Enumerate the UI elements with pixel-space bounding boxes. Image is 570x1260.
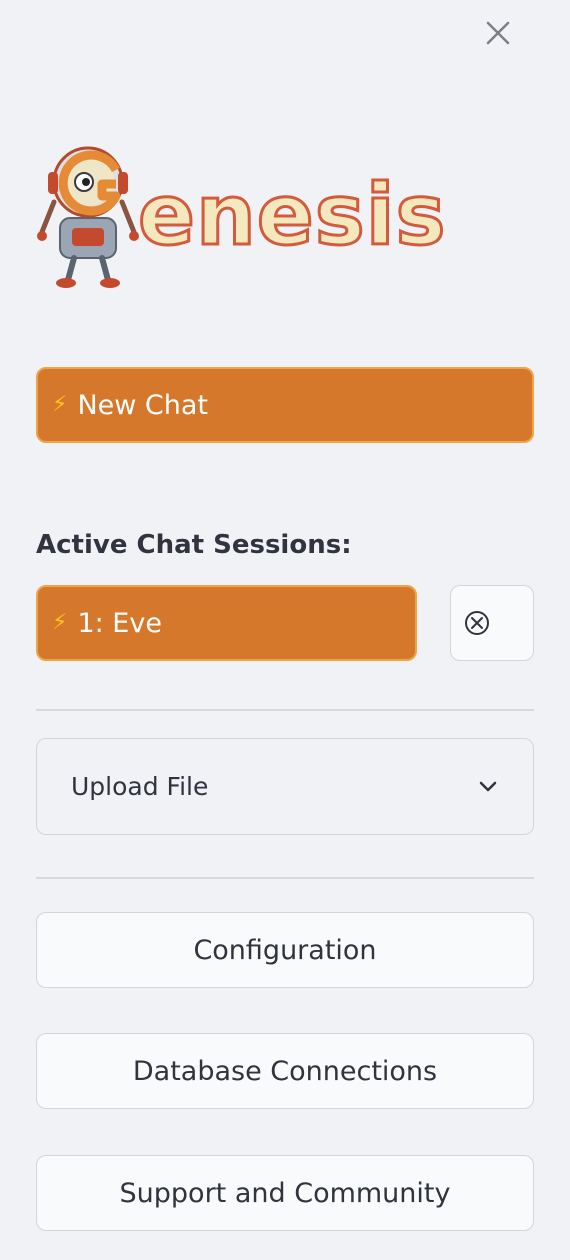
database-connections-label: Database Connections xyxy=(132,1055,438,1087)
upload-file-label: Upload File xyxy=(71,772,209,801)
close-session-button[interactable] xyxy=(450,585,534,661)
session-label: 1: Eve xyxy=(77,607,162,639)
active-sessions-heading: Active Chat Sessions: xyxy=(36,530,352,560)
support-community-button[interactable]: Support and Community xyxy=(36,1155,534,1231)
logo-wordmark: enesis xyxy=(138,166,447,264)
configuration-label: Configuration xyxy=(193,934,377,966)
genesis-logo: enesis xyxy=(37,146,447,288)
chevron-down-icon xyxy=(479,781,497,791)
lightning-icon: ⚡ xyxy=(52,392,68,417)
configuration-button[interactable]: Configuration xyxy=(36,912,534,988)
close-icon xyxy=(486,21,510,45)
upload-file-expander[interactable]: Upload File xyxy=(36,738,534,835)
new-chat-label: New Chat xyxy=(77,389,209,421)
close-sidebar-button[interactable] xyxy=(478,14,518,52)
new-chat-button[interactable]: ⚡ New Chat xyxy=(36,367,534,443)
divider xyxy=(36,877,534,879)
sidebar: enesis ⚡ New Chat Active Chat Sessions: … xyxy=(0,0,570,1260)
session-button-eve[interactable]: ⚡ 1: Eve xyxy=(36,585,417,661)
robot-mascot-icon xyxy=(37,146,139,288)
support-community-label: Support and Community xyxy=(119,1177,451,1209)
circle-x-icon xyxy=(465,611,489,635)
divider xyxy=(36,709,534,711)
lightning-icon: ⚡ xyxy=(52,610,68,635)
database-connections-button[interactable]: Database Connections xyxy=(36,1033,534,1109)
